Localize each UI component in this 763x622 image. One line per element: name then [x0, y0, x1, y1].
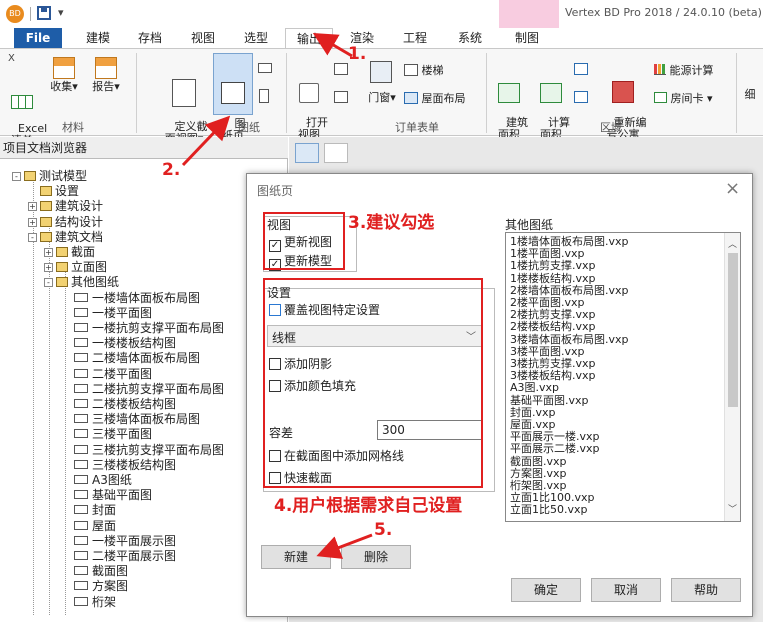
arrow-step1: [312, 32, 353, 58]
arrow-step2: [181, 115, 231, 167]
annotation-arrows: [181, 32, 373, 559]
arrow-step5: [316, 533, 373, 559]
